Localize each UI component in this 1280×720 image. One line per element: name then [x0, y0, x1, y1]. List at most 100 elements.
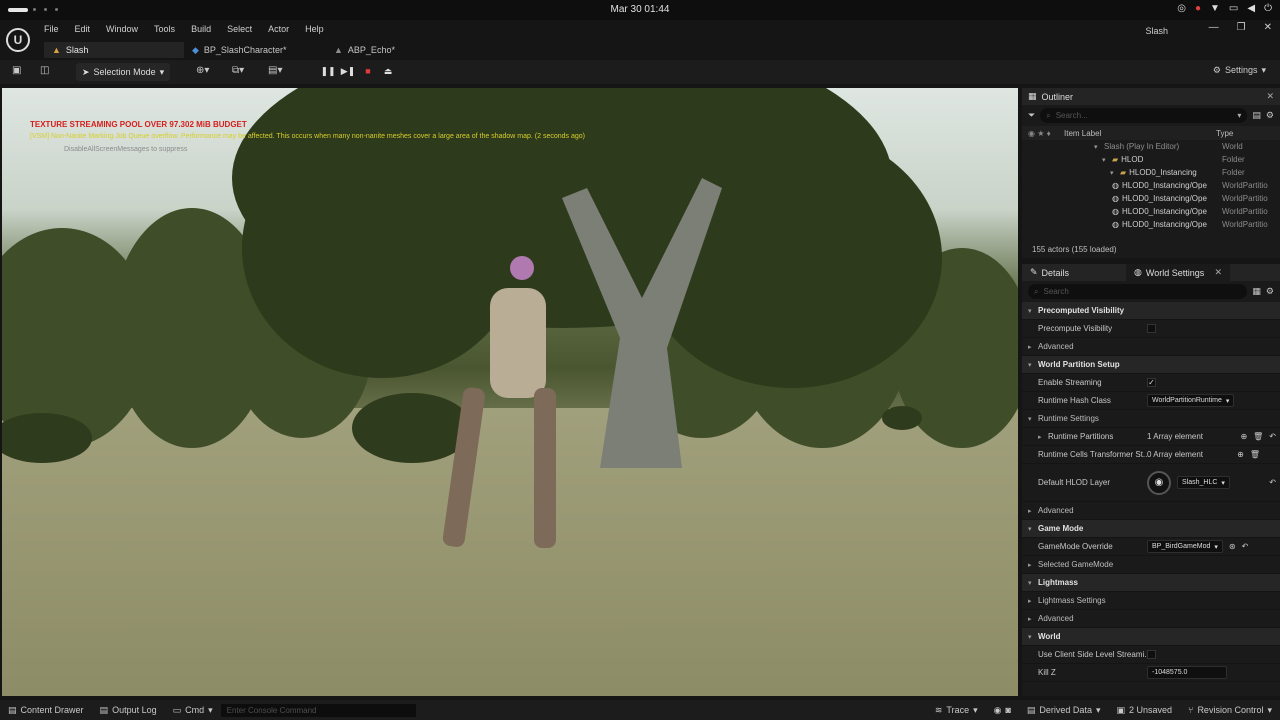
menu-tools[interactable]: Tools	[154, 24, 175, 34]
wifi-icon[interactable]: ▼	[1210, 3, 1220, 14]
trace-button[interactable]: ≋ Trace ▾	[927, 705, 986, 716]
unsaved-button[interactable]: ▣ 2 Unsaved	[1108, 705, 1180, 716]
section-game-mode[interactable]: ▾ Game Mode	[1022, 520, 1280, 538]
add-actor-icon[interactable]: ⊕▾	[196, 65, 209, 76]
expand-arrow-icon[interactable]: ▾	[1094, 143, 1104, 151]
tab-details[interactable]: ✎ Details	[1022, 264, 1126, 281]
outliner-row[interactable]: ◍ HLOD0_Instancing/Ope WorldPartitio	[1022, 218, 1280, 231]
expand-arrow-icon[interactable]: ▾	[1110, 169, 1120, 177]
revision-control-button[interactable]: ⑂ Revision Control ▾	[1180, 705, 1280, 716]
expand-arrow-icon[interactable]: ▸	[1038, 433, 1048, 441]
outliner-row[interactable]: ▾ ▰ HLOD0_Instancing Folder	[1022, 166, 1280, 179]
console-command-input[interactable]: Enter Console Command	[220, 703, 416, 717]
cmd-dropdown[interactable]: ▭ Cmd ▾	[165, 705, 221, 716]
type-column[interactable]: Type	[1216, 129, 1274, 138]
advanced-row[interactable]: ▸ Advanced	[1022, 338, 1280, 356]
menu-build[interactable]: Build	[191, 24, 211, 34]
unsaved-label: 2 Unsaved	[1129, 705, 1173, 715]
derived-data-button[interactable]: ▤ Derived Data ▾	[1019, 705, 1109, 716]
record-icons[interactable]: ◉ ◙	[986, 705, 1019, 716]
menu-actor[interactable]: Actor	[268, 24, 289, 34]
advanced-row[interactable]: ▸ Advanced	[1022, 502, 1280, 520]
outliner-row[interactable]: ◍ HLOD0_Instancing/Ope WorldPartitio	[1022, 179, 1280, 192]
close-icon[interactable]: ✕	[1264, 22, 1272, 33]
outliner-title[interactable]: Outliner	[1042, 92, 1074, 102]
lightmass-settings-row[interactable]: ▸ Lightmass Settings	[1022, 592, 1280, 610]
minimize-icon[interactable]: —	[1209, 22, 1219, 33]
mic-icon[interactable]: ●	[1195, 3, 1201, 14]
content-browse-icon[interactable]: ◫	[40, 65, 49, 76]
close-icon[interactable]: ✕	[1266, 91, 1274, 102]
filter-icon[interactable]: ⏷	[1028, 110, 1035, 121]
advanced-row[interactable]: ▸ Advanced	[1022, 610, 1280, 628]
reset-icon[interactable]: ↶	[1269, 432, 1276, 441]
reset-icon[interactable]: ↶	[1242, 542, 1249, 551]
menu-help[interactable]: Help	[305, 24, 324, 34]
add-element-icon[interactable]: ⊕	[1240, 432, 1247, 441]
section-world[interactable]: ▾ World	[1022, 628, 1280, 646]
hlod-layer-dropdown[interactable]: Slash_HLC ▾	[1177, 476, 1230, 489]
outliner-row[interactable]: ◍ HLOD0_Instancing/Ope WorldPartitio	[1022, 192, 1280, 205]
gamemode-dropdown[interactable]: BP_BirdGameMod ▾	[1147, 540, 1223, 553]
browse-icon[interactable]: ⊛	[1229, 542, 1236, 551]
cinematics-icon[interactable]: ▤▾	[268, 65, 282, 76]
content-drawer-button[interactable]: ▤ Content Drawer	[0, 705, 92, 716]
system-tray[interactable]: ◎ ● ▼ ▭ ◀ ⏻	[1177, 3, 1272, 14]
outliner-row[interactable]: ◍ HLOD0_Instancing/Ope WorldPartitio	[1022, 205, 1280, 218]
camera-icon: ◙	[1005, 705, 1011, 715]
details-search-input[interactable]: ⌕ Search	[1028, 284, 1248, 299]
runtime-settings-row[interactable]: ▾ Runtime Settings	[1022, 410, 1280, 428]
tab-abp-echo[interactable]: ▲ ABP_Echo*	[326, 42, 403, 58]
level-viewport[interactable]: TEXTURE STREAMING POOL OVER 97.302 MiB B…	[2, 88, 1018, 696]
section-lightmass[interactable]: ▾ Lightmass	[1022, 574, 1280, 592]
menu-select[interactable]: Select	[227, 24, 252, 34]
output-log-button[interactable]: ▤ Output Log	[92, 705, 165, 716]
gear-icon[interactable]: ⚙	[1266, 286, 1274, 297]
pause-icon[interactable]: ❚❚	[320, 63, 336, 79]
tab-slash-level[interactable]: ▲ Slash	[44, 42, 184, 58]
section-precomputed-visibility[interactable]: ▾ Precomputed Visibility	[1022, 302, 1280, 320]
system-clock[interactable]: Mar 30 01:44	[0, 4, 1280, 15]
table-view-icon[interactable]: ▦	[1252, 286, 1261, 297]
runtime-hash-dropdown[interactable]: WorldPartitionRuntime ▾	[1147, 394, 1235, 407]
tab-world-settings[interactable]: ◍ World Settings ✕	[1126, 264, 1230, 281]
unreal-logo-icon[interactable]: U	[6, 28, 30, 52]
power-icon[interactable]: ⏻	[1264, 3, 1272, 14]
item-label-column[interactable]: Item Label	[1064, 129, 1216, 138]
expand-arrow-icon[interactable]: ▾	[1102, 156, 1112, 164]
kill-z-input[interactable]: -1048575.0	[1147, 666, 1227, 679]
row-label: HLOD0_Instancing/Ope	[1121, 181, 1207, 190]
trash-icon[interactable]: 🗑	[1250, 450, 1260, 459]
section-world-partition-setup[interactable]: ▾ World Partition Setup	[1022, 356, 1280, 374]
client-side-streaming-checkbox[interactable]	[1147, 650, 1156, 659]
outliner-row[interactable]: ▾ ▰ HLOD Folder	[1022, 153, 1280, 166]
app-indicator-icon[interactable]: ◎	[1177, 3, 1186, 14]
save-icon[interactable]: ▣	[12, 65, 21, 76]
display-icon[interactable]: ▭	[1229, 3, 1238, 14]
volume-icon[interactable]: ◀	[1247, 3, 1255, 14]
eject-icon[interactable]: ⏏	[380, 63, 396, 79]
hlod-asset-thumbnail[interactable]: ◉	[1147, 470, 1171, 495]
tab-bp-slashcharacter[interactable]: ◆ BP_SlashCharacter*	[184, 42, 326, 58]
maximize-icon[interactable]: ❐	[1237, 22, 1246, 33]
menu-window[interactable]: Window	[106, 24, 138, 34]
chevron-down-icon[interactable]: ▾	[1237, 111, 1241, 120]
outliner-search-input[interactable]: ⌕ Search... ▾	[1040, 108, 1248, 123]
menu-edit[interactable]: Edit	[75, 24, 91, 34]
precompute-visibility-checkbox[interactable]	[1147, 324, 1156, 333]
add-element-icon[interactable]: ⊕	[1237, 450, 1244, 459]
menu-file[interactable]: File	[44, 24, 59, 34]
reset-icon[interactable]: ↶	[1269, 478, 1276, 487]
selected-gamemode-row[interactable]: ▸ Selected GameMode	[1022, 556, 1280, 574]
enable-streaming-checkbox[interactable]: ✓	[1147, 378, 1156, 387]
stop-icon[interactable]: ■	[360, 63, 376, 79]
outliner-row[interactable]: ▾ Slash (Play In Editor) World	[1022, 140, 1280, 153]
settings-button[interactable]: ⚙ Settings ▾	[1213, 65, 1266, 76]
selection-mode-dropdown[interactable]: ➤ Selection Mode ▾	[76, 63, 171, 81]
trash-icon[interactable]: 🗑	[1253, 432, 1263, 441]
gear-icon[interactable]: ⚙	[1266, 110, 1274, 121]
close-icon[interactable]: ✕	[1214, 267, 1222, 278]
step-icon[interactable]: ▶❚	[340, 63, 356, 79]
blueprint-menu-icon[interactable]: ⧉▾	[232, 65, 244, 76]
add-folder-icon[interactable]: ▤	[1252, 110, 1261, 121]
